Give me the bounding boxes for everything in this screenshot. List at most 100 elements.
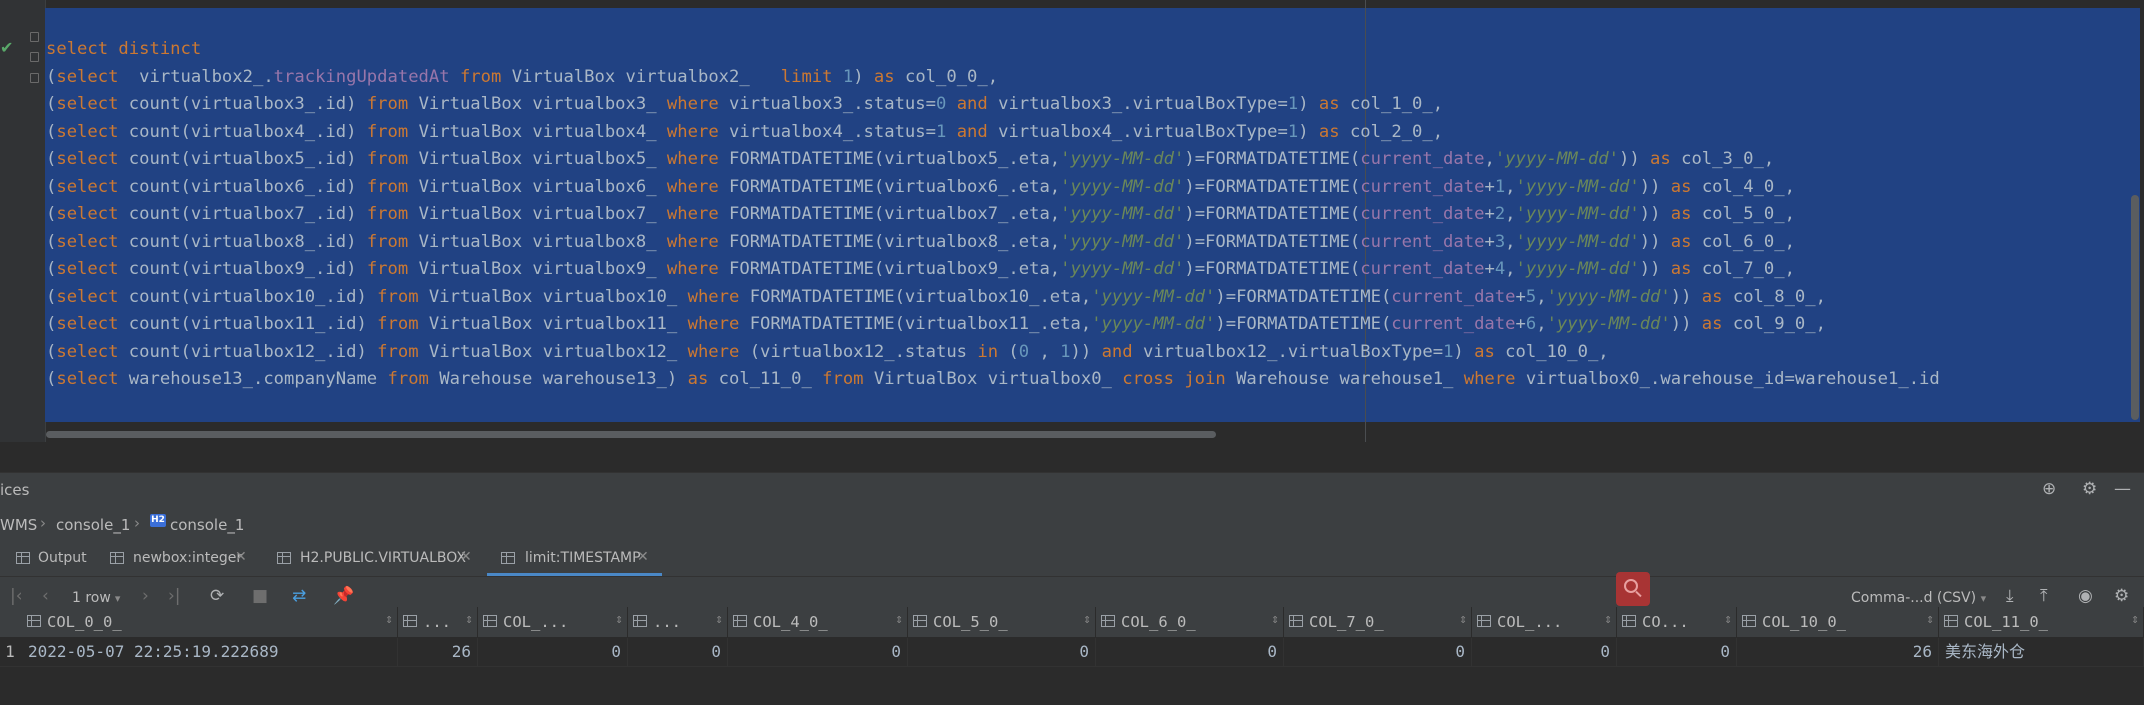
- column-header[interactable]: ... ⇕: [628, 607, 728, 637]
- column-name: COL_11_0_: [1964, 613, 2048, 631]
- previous-page-icon[interactable]: ‹: [42, 586, 49, 606]
- sql-editor[interactable]: ✔ select distinct (select virtualbox2_.tr…: [0, 0, 2144, 442]
- code-token: +: [1484, 231, 1495, 252]
- first-page-icon[interactable]: |‹: [10, 586, 23, 606]
- code-token: )=FORMATDATETIME(: [1184, 231, 1361, 252]
- fold-icon[interactable]: [30, 52, 39, 62]
- code-line[interactable]: (select count(virtualbox11_.id) from Vir…: [46, 311, 1940, 339]
- code-token: virtualbox2_.: [118, 66, 274, 87]
- code-line[interactable]: (select count(virtualbox7_.id) from Virt…: [46, 201, 1940, 229]
- column-header[interactable]: COL_6_0_ ⇕: [1096, 607, 1284, 637]
- code-line[interactable]: select distinct: [46, 36, 1940, 64]
- horizontal-scrollbar[interactable]: [46, 431, 1216, 438]
- sort-icon[interactable]: ⇕: [1604, 612, 1612, 627]
- transaction-mode-icon[interactable]: ⇄: [292, 586, 306, 606]
- tab-output[interactable]: Output: [0, 540, 100, 576]
- code-line[interactable]: (select count(virtualbox8_.id) from Virt…: [46, 229, 1940, 257]
- search-icon[interactable]: [1616, 572, 1650, 606]
- table-cell[interactable]: 0: [908, 638, 1096, 666]
- breadcrumb-console[interactable]: console_1: [56, 516, 130, 534]
- close-icon[interactable]: ✕: [235, 549, 247, 565]
- sort-icon[interactable]: ⇕: [385, 612, 393, 627]
- column-header[interactable]: CO... ⇕: [1617, 607, 1737, 637]
- sort-icon[interactable]: ⇕: [615, 612, 623, 627]
- breadcrumb-console-active[interactable]: console_1: [170, 516, 244, 534]
- table-cell[interactable]: 美东海外仓: [1939, 638, 2144, 666]
- code-line[interactable]: (select virtualbox2_.trackingUpdatedAt f…: [46, 64, 1940, 92]
- table-cell[interactable]: 26: [1737, 638, 1939, 666]
- column-header[interactable]: COL_... ⇕: [1472, 607, 1617, 637]
- table-row[interactable]: 1 2022-05-07 22:25:19.222689 26 0 0 0 0 0 0 0 0 26 美…: [0, 638, 2144, 667]
- table-cell[interactable]: 0: [478, 638, 628, 666]
- code-token: 'yyyy-MM-dd': [1060, 204, 1185, 224]
- code-token: where: [666, 149, 719, 169]
- upload-icon[interactable]: ⤒: [2040, 586, 2048, 606]
- sort-icon[interactable]: ⇕: [465, 612, 473, 627]
- code-line[interactable]: (select count(virtualbox4_.id) from Virt…: [46, 119, 1940, 147]
- sort-icon[interactable]: ⇕: [1271, 612, 1279, 627]
- code-line[interactable]: (select count(virtualbox3_.id) from Virt…: [46, 91, 1940, 119]
- last-page-icon[interactable]: ›|: [168, 586, 181, 606]
- table-cell[interactable]: 26: [398, 638, 478, 666]
- table-cell[interactable]: 0: [1096, 638, 1284, 666]
- tab-newbox[interactable]: newbox:integer ✕: [100, 540, 260, 576]
- table-cell[interactable]: 0: [728, 638, 908, 666]
- breadcrumb-root[interactable]: WMS: [0, 516, 37, 534]
- stop-icon[interactable]: ■: [252, 586, 268, 606]
- table-cell[interactable]: 0: [1617, 638, 1737, 666]
- sort-icon[interactable]: ⇕: [715, 612, 723, 627]
- code-token: where: [666, 204, 719, 224]
- download-icon[interactable]: ⤓: [2006, 586, 2014, 606]
- column-header[interactable]: ... ⇕: [398, 607, 478, 637]
- code-token: current_date: [1391, 286, 1516, 307]
- sort-icon[interactable]: ⇕: [1083, 612, 1091, 627]
- close-icon[interactable]: ✕: [460, 549, 472, 565]
- settings-icon[interactable]: ⚙: [2114, 586, 2129, 606]
- table-cell[interactable]: 0: [1284, 638, 1472, 666]
- export-format-selector[interactable]: Comma-...d (CSV) ▾: [1851, 590, 1986, 606]
- column-header[interactable]: COL_... ⇕: [478, 607, 628, 637]
- sort-icon[interactable]: ⇕: [1459, 612, 1467, 627]
- refresh-icon[interactable]: ⟳: [210, 586, 224, 606]
- tab-limit-timestamp[interactable]: limit:TIMESTAMP ✕: [487, 540, 662, 576]
- column-header[interactable]: COL_10_0_ ⇕: [1737, 607, 1939, 637]
- sort-icon[interactable]: ⇕: [1926, 612, 1934, 627]
- sort-icon[interactable]: ⇕: [895, 612, 903, 627]
- table-cell[interactable]: 0: [1472, 638, 1617, 666]
- code-token: (: [46, 259, 57, 279]
- code-line[interactable]: (select count(virtualbox9_.id) from Virt…: [46, 256, 1940, 284]
- table-cell[interactable]: 2022-05-07 22:25:19.222689: [22, 638, 398, 666]
- close-icon[interactable]: ✕: [637, 549, 649, 565]
- column-icon: [1944, 615, 1958, 627]
- rows-selector[interactable]: 1 row ▾: [72, 590, 120, 606]
- column-header[interactable]: COL_5_0_ ⇕: [908, 607, 1096, 637]
- sort-icon[interactable]: ⇕: [2131, 612, 2139, 627]
- code-line[interactable]: (select warehouse13_.companyName from Wa…: [46, 366, 1940, 394]
- code-token: 2: [1494, 204, 1506, 224]
- vertical-scrollbar[interactable]: [2131, 195, 2139, 420]
- column-header[interactable]: COL_0_0_ ⇕: [22, 607, 398, 637]
- minimize-icon[interactable]: —: [2114, 479, 2131, 499]
- code-line[interactable]: (select count(virtualbox12_.id) from Vir…: [46, 339, 1940, 367]
- column-header[interactable]: COL_7_0_ ⇕: [1284, 607, 1472, 637]
- column-header[interactable]: COL_11_0_ ⇕: [1939, 607, 2144, 637]
- code-line[interactable]: (select count(virtualbox6_.id) from Virt…: [46, 174, 1940, 202]
- eye-icon[interactable]: ◉: [2078, 586, 2093, 606]
- code-token: as: [873, 66, 895, 87]
- tab-virtualbox[interactable]: H2.PUBLIC.VIRTUALBOX ✕: [260, 540, 485, 576]
- sort-icon[interactable]: ⇕: [1724, 612, 1732, 627]
- next-page-icon[interactable]: ›: [142, 586, 149, 606]
- pin-icon[interactable]: 📌: [333, 586, 354, 606]
- fold-icon[interactable]: [30, 73, 39, 83]
- column-header[interactable]: COL_4_0_ ⇕: [728, 607, 908, 637]
- fold-icon[interactable]: [30, 32, 39, 42]
- code-token: )): [1070, 341, 1102, 362]
- sql-code[interactable]: select distinct (select virtualbox2_.trac…: [46, 36, 1940, 394]
- gear-icon[interactable]: ⚙: [2082, 479, 2097, 499]
- target-icon[interactable]: ⊕: [2042, 479, 2056, 499]
- table-cell[interactable]: 0: [628, 638, 728, 666]
- code-line[interactable]: (select count(virtualbox5_.id) from Virt…: [46, 146, 1940, 174]
- code-line[interactable]: (select count(virtualbox10_.id) from Vir…: [46, 284, 1940, 312]
- column-icon: [403, 615, 417, 627]
- code-token: FORMATDATETIME(virtualbox10_.eta,: [739, 286, 1092, 307]
